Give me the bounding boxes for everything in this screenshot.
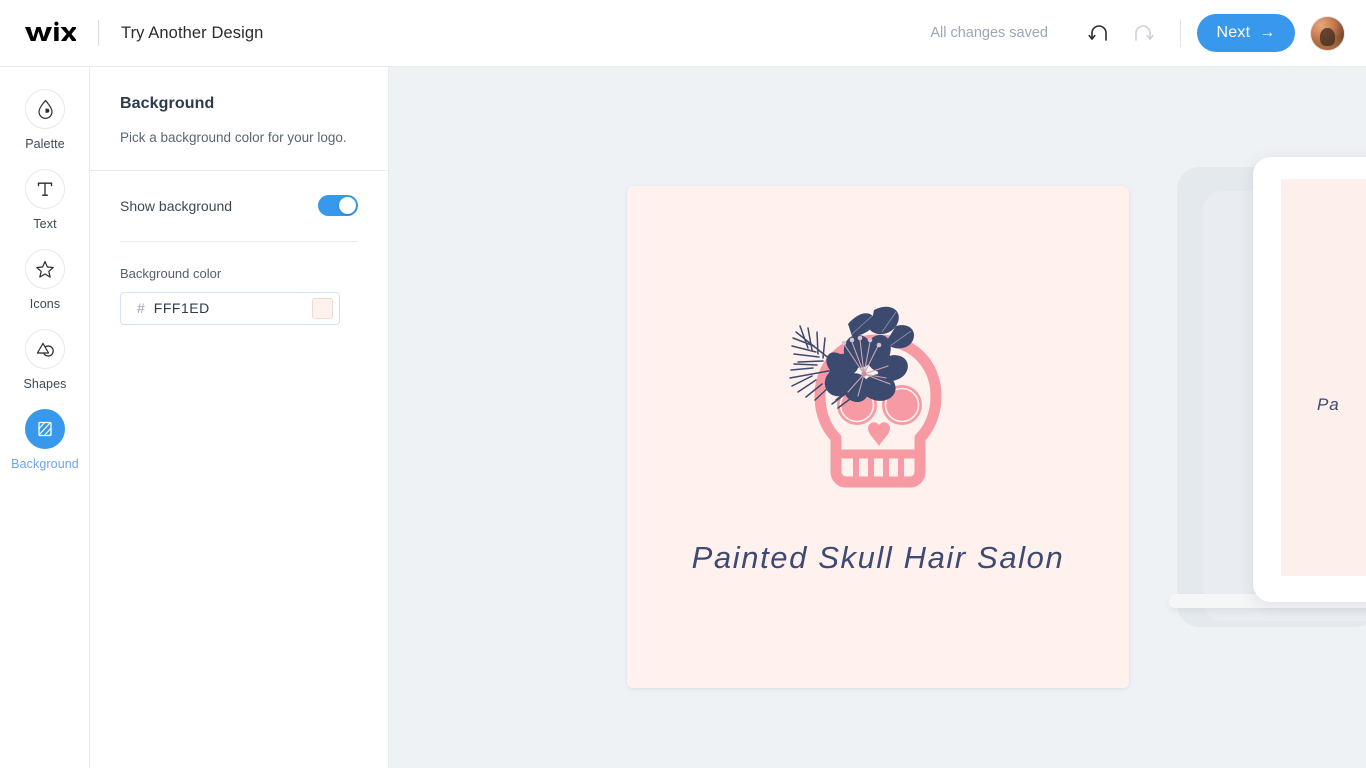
panel-body: Show background Background color # FFF1E… <box>90 171 388 325</box>
next-button[interactable]: Next → <box>1197 14 1295 52</box>
panel-header: Background Pick a background color for y… <box>90 67 388 170</box>
text-icon-wrap <box>25 169 65 209</box>
next-button-label: Next <box>1216 24 1251 41</box>
sidebar-label-background: Background <box>11 457 79 471</box>
shapes-icon-wrap <box>25 329 65 369</box>
arrow-right-icon: → <box>1259 24 1276 41</box>
logo-preview-card[interactable]: Painted Skull Hair Salon <box>627 186 1129 688</box>
palette-icon-wrap <box>25 89 65 129</box>
preview-canvas: Painted Skull Hair Salon https://www.m P… <box>389 67 1366 768</box>
toolbar-divider <box>1180 19 1181 47</box>
undo-button[interactable] <box>1082 16 1116 50</box>
save-status-text: All changes saved <box>930 25 1048 41</box>
device-tablet-mockup[interactable]: https://www.m Pa <box>1253 157 1366 602</box>
skull-with-flower-logo-mark <box>789 306 942 488</box>
star-icon <box>36 260 54 278</box>
device-screen: https://www.m Pa <box>1281 179 1366 576</box>
wix-logo[interactable] <box>24 20 76 46</box>
top-bar-right-group: All changes saved Next → <box>930 14 1366 52</box>
text-t-icon <box>37 182 53 196</box>
shapes-icon <box>36 342 54 357</box>
sidebar-label-palette: Palette <box>25 137 65 151</box>
background-color-field[interactable]: # FFF1ED <box>120 291 340 325</box>
panel-section-divider <box>120 240 358 242</box>
sidebar-item-text[interactable]: Text <box>0 169 90 231</box>
background-pattern-icon <box>38 421 52 437</box>
device-logo-text: Pa <box>1317 395 1340 414</box>
droplet-icon <box>37 99 53 119</box>
icons-icon-wrap <box>25 249 65 289</box>
show-background-label: Show background <box>120 197 233 214</box>
sidebar-item-shapes[interactable]: Shapes <box>0 329 90 391</box>
try-another-design-label[interactable]: Try Another Design <box>121 24 263 43</box>
background-color-label: Background color <box>120 265 222 281</box>
color-swatch-button[interactable] <box>312 297 333 319</box>
redo-icon <box>1135 25 1154 41</box>
show-background-toggle[interactable] <box>318 195 358 217</box>
panel-description: Pick a background color for your logo. <box>120 130 347 145</box>
logo-preview-inner: Painted Skull Hair Salon <box>627 186 1129 688</box>
wix-logo-icon <box>25 21 76 41</box>
redo-button[interactable] <box>1126 16 1160 50</box>
background-color-input[interactable]: FFF1ED <box>154 300 312 316</box>
sidebar-item-icons[interactable]: Icons <box>0 249 90 311</box>
sidebar-label-icons: Icons <box>29 297 61 311</box>
background-settings-panel: Background Pick a background color for y… <box>90 67 389 768</box>
show-background-row: Show background <box>120 171 358 241</box>
logo-business-name: Painted Skull Hair Salon <box>691 540 1065 575</box>
device-preview-group: https://www.m Pa <box>1159 67 1366 768</box>
header-divider <box>98 20 99 46</box>
left-tool-rail: Palette Text Icons Shapes Background <box>0 67 90 768</box>
hash-symbol: # <box>137 300 145 317</box>
background-icon-wrap <box>25 409 65 449</box>
top-bar: Try Another Design All changes saved Nex… <box>0 0 1366 67</box>
user-avatar[interactable] <box>1310 15 1345 51</box>
sidebar-label-shapes: Shapes <box>23 377 67 391</box>
undo-icon <box>1088 25 1107 41</box>
sidebar-item-background[interactable]: Background <box>0 409 90 471</box>
sidebar-item-palette[interactable]: Palette <box>0 89 90 151</box>
panel-title: Background <box>120 95 215 112</box>
logo-maker-app: Try Another Design All changes saved Nex… <box>0 0 1366 768</box>
toggle-knob <box>339 197 356 215</box>
sidebar-label-text: Text <box>33 217 57 231</box>
